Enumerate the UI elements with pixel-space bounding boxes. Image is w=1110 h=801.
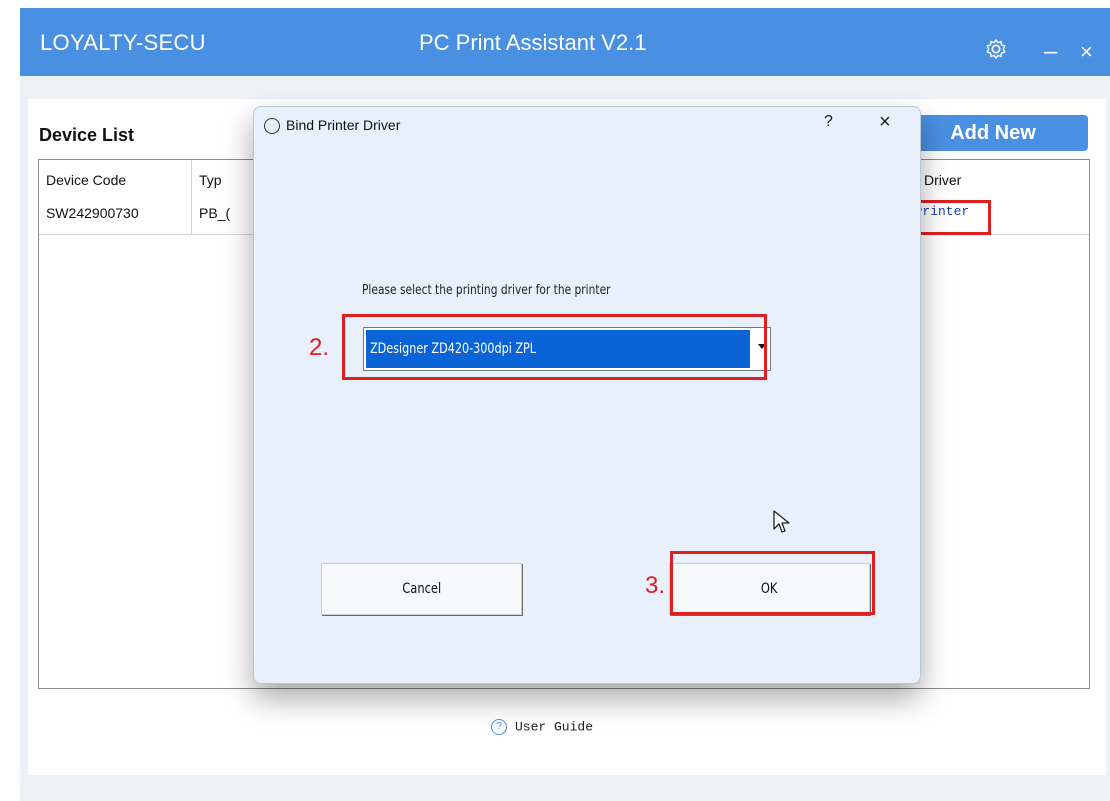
annotation-box-step-3 — [670, 551, 875, 615]
cell-type: PB_( — [199, 205, 231, 221]
dialog-close-button[interactable]: × — [879, 111, 891, 134]
mouse-cursor-icon — [773, 510, 790, 533]
add-new-button[interactable]: Add New — [898, 115, 1088, 151]
cancel-button[interactable]: Cancel — [321, 563, 522, 615]
cancel-label: Cancel — [402, 581, 441, 597]
device-list-title: Device List — [39, 125, 135, 145]
bind-printer-dialog: Bind Printer Driver ? × Please select th… — [253, 106, 921, 684]
user-guide-link[interactable]: ? User Guide — [491, 719, 593, 735]
app-window: LOYALTY-SECU PC Print Assistant V2.1 – ×… — [20, 8, 1110, 801]
user-guide-label: User Guide — [515, 719, 594, 735]
help-button[interactable]: ? — [824, 113, 833, 131]
annotation-box-step-2 — [342, 314, 767, 380]
close-button[interactable]: × — [1080, 41, 1093, 63]
column-divider — [191, 160, 192, 234]
dialog-title-bar: Bind Printer Driver — [264, 117, 401, 135]
window-title: PC Print Assistant V2.1 — [419, 30, 647, 55]
question-circle-icon: ? — [491, 719, 507, 735]
gear-icon[interactable] — [985, 38, 1007, 60]
cell-device-code: SW242900730 — [46, 205, 139, 221]
title-bar: LOYALTY-SECU PC Print Assistant V2.1 – × — [20, 8, 1110, 76]
driver-prompt: Please select the printing driver for th… — [362, 283, 611, 298]
annotation-step-3: 3. — [645, 572, 666, 599]
brand-label: LOYALTY-SECU — [40, 30, 206, 55]
minimize-button[interactable]: – — [1044, 40, 1057, 64]
column-header-type[interactable]: Typ — [199, 172, 222, 188]
app-logo-icon — [264, 118, 280, 135]
column-header-device-code[interactable]: Device Code — [46, 172, 126, 188]
annotation-step-2: 2. — [309, 334, 330, 361]
dialog-title: Bind Printer Driver — [286, 117, 401, 133]
